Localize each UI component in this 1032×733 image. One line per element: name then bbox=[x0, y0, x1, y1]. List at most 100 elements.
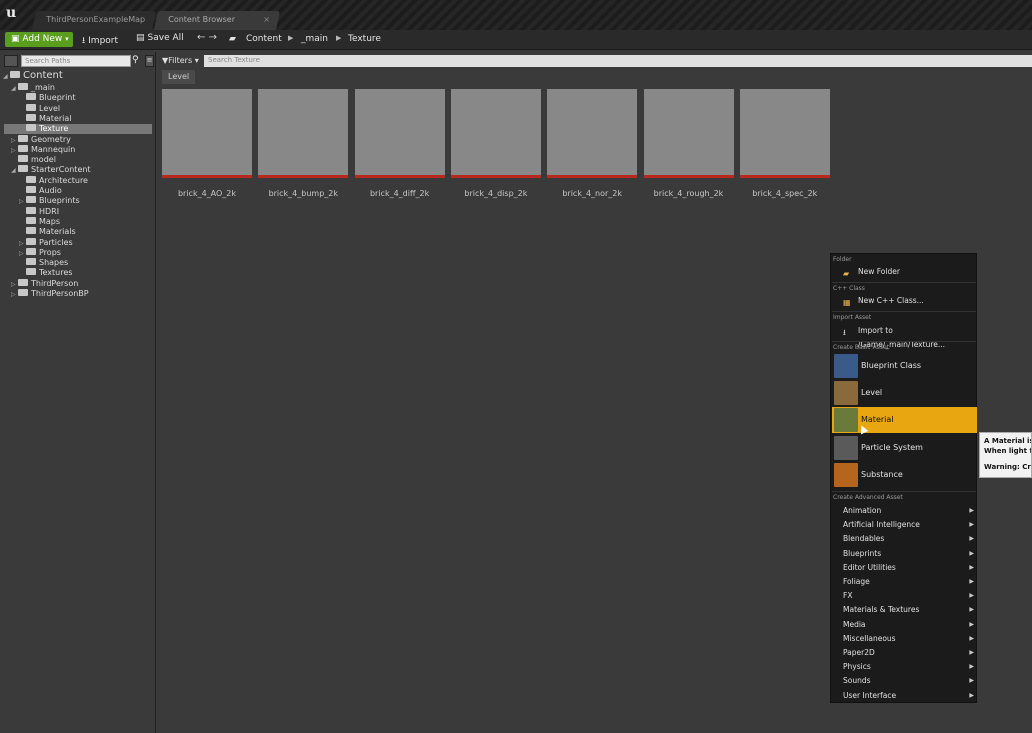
tree-item-label: Geometry bbox=[31, 134, 71, 144]
submenu-blueprints[interactable]: Blueprints ▶ bbox=[831, 547, 976, 561]
tree-item-particles[interactable]: ▷ Particles bbox=[19, 237, 150, 248]
tree-item-material[interactable]: Material bbox=[19, 113, 150, 124]
sources-toggle-button[interactable] bbox=[4, 55, 18, 67]
new-cpp-class-item[interactable]: ▦ New C++ Class... bbox=[831, 294, 976, 308]
asset-tile[interactable]: brick_4_nor_2k bbox=[547, 89, 638, 207]
view-options-button[interactable]: ≡ bbox=[145, 55, 154, 67]
tab-content-browser[interactable]: Content Browser × bbox=[154, 11, 281, 30]
tree-item-blueprints[interactable]: ▷ Blueprints bbox=[19, 196, 150, 206]
expanded-arrow-icon[interactable]: ◢ bbox=[11, 84, 18, 94]
submenu-user-interface[interactable]: User Interface ▶ bbox=[831, 689, 976, 703]
folder-icon bbox=[18, 165, 28, 173]
submenu-artificial-intelligence[interactable]: Artificial Intelligence ▶ bbox=[831, 518, 976, 532]
import-button[interactable]: ⭳ Import bbox=[82, 33, 118, 47]
asset-tile[interactable]: brick_4_spec_2k bbox=[739, 89, 830, 207]
submenu-blendables[interactable]: Blendables ▶ bbox=[831, 532, 976, 546]
tree-item-content[interactable]: ◢ Content bbox=[3, 70, 150, 82]
create-particle-system-item[interactable]: Particle System bbox=[832, 435, 977, 461]
submenu-foliage[interactable]: Foliage ▶ bbox=[831, 575, 976, 589]
submenu-miscellaneous[interactable]: Miscellaneous ▶ bbox=[831, 632, 976, 646]
tab-map-label: ThirdPersonExampleMap bbox=[46, 15, 146, 24]
asset-tile[interactable]: brick_4_diff_2k bbox=[354, 89, 445, 207]
folder-icon bbox=[18, 289, 28, 296]
asset-tile[interactable]: brick_4_disp_2k bbox=[450, 89, 541, 207]
tree-item-level[interactable]: Level bbox=[19, 103, 150, 114]
submenu-paper2d[interactable]: Paper2D ▶ bbox=[831, 646, 976, 660]
tree-item-geometry[interactable]: ▷ Geometry bbox=[11, 134, 150, 145]
tree-item-startercontent[interactable]: ◢ StarterContent bbox=[11, 165, 150, 175]
filters-button[interactable]: ▼Filters ▾ bbox=[162, 56, 199, 65]
new-folder-item[interactable]: ▰ New Folder bbox=[831, 265, 976, 279]
tree-item-model[interactable]: model bbox=[11, 155, 150, 165]
tree-item-texture[interactable]: Texture bbox=[4, 124, 152, 135]
submenu-arrow-icon: ▶ bbox=[969, 563, 974, 571]
back-arrow-icon[interactable]: ← bbox=[197, 32, 205, 43]
search-paths-input[interactable]: Search Paths bbox=[21, 55, 131, 67]
tree-item-label: Maps bbox=[39, 216, 61, 226]
breadcrumb-texture[interactable]: Texture bbox=[348, 34, 381, 44]
create-level-item[interactable]: Level bbox=[832, 380, 977, 406]
tree-item--main[interactable]: ◢ _main bbox=[11, 83, 150, 93]
tree-item-materials[interactable]: Materials bbox=[19, 227, 150, 237]
breadcrumb-separator-icon[interactable]: ▶ bbox=[288, 34, 293, 42]
submenu-label: FX bbox=[843, 591, 853, 601]
search-icon[interactable]: ⚲ bbox=[132, 55, 144, 67]
menu-item-label: Substance bbox=[861, 469, 903, 479]
collapsed-arrow-icon[interactable]: ▷ bbox=[11, 290, 18, 300]
import-to-item[interactable]: ⭳ Import to /Game/_main/Texture... bbox=[831, 324, 976, 349]
level-filter-tab[interactable]: Level bbox=[162, 70, 196, 84]
submenu-sounds[interactable]: Sounds ▶ bbox=[831, 674, 976, 688]
tree-item-maps[interactable]: Maps bbox=[19, 216, 150, 227]
submenu-media[interactable]: Media ▶ bbox=[831, 618, 976, 632]
expanded-arrow-icon[interactable]: ◢ bbox=[3, 72, 10, 82]
tree-item-label: Material bbox=[39, 113, 72, 123]
chevron-down-icon: ▾ bbox=[194, 56, 199, 65]
submenu-label: User Interface bbox=[843, 690, 897, 700]
submenu-physics[interactable]: Physics ▶ bbox=[831, 660, 976, 674]
section-cpp: C++ Class bbox=[833, 285, 865, 292]
asset-tile[interactable]: brick_4_rough_2k bbox=[643, 89, 734, 207]
tree-item-hdri[interactable]: HDRI bbox=[19, 206, 150, 217]
create-material-item[interactable]: Material bbox=[832, 407, 977, 434]
submenu-arrow-icon: ▶ bbox=[969, 663, 974, 671]
asset-type-bar bbox=[354, 175, 445, 178]
submenu-fx[interactable]: FX ▶ bbox=[831, 589, 976, 603]
add-new-button[interactable]: ▣ Add New ▾ bbox=[5, 32, 73, 47]
search-assets-input[interactable]: Search Texture bbox=[204, 55, 1032, 67]
close-icon[interactable]: × bbox=[264, 15, 271, 24]
submenu-label: Materials & Textures bbox=[843, 605, 920, 615]
tree-item-label: Blueprint bbox=[39, 93, 76, 103]
asset-tile[interactable]: brick_4_bump_2k bbox=[258, 89, 349, 207]
save-all-button[interactable]: ▤ Save All bbox=[136, 33, 184, 47]
submenu-editor-utilities[interactable]: Editor Utilities ▶ bbox=[831, 561, 976, 575]
tree-item-blueprint[interactable]: Blueprint bbox=[19, 93, 150, 103]
new-cpp-class-label: New C++ Class... bbox=[858, 296, 924, 305]
tree-item-props[interactable]: ▷ Props bbox=[19, 247, 150, 258]
tree-item-architecture[interactable]: Architecture bbox=[19, 175, 150, 186]
tree-item-shapes[interactable]: Shapes bbox=[19, 258, 150, 268]
asset-name: brick_4_nor_2k bbox=[562, 189, 623, 198]
create-blueprint-class-item[interactable]: Blueprint Class bbox=[832, 353, 977, 379]
breadcrumb-main[interactable]: _main bbox=[301, 34, 328, 44]
asset-tile[interactable]: brick_4_AO_2k bbox=[162, 89, 252, 207]
forward-arrow-icon[interactable]: → bbox=[209, 32, 217, 43]
folder-icon bbox=[26, 216, 36, 224]
tree-item-thirdpersonbp[interactable]: ▷ ThirdPersonBP bbox=[11, 289, 150, 299]
tab-map[interactable]: ThirdPersonExampleMap bbox=[32, 11, 157, 30]
submenu-animation[interactable]: Animation ▶ bbox=[831, 504, 976, 518]
tree-item-label: Texture bbox=[39, 124, 69, 134]
tree-item-mannequin[interactable]: ▷ Mannequin bbox=[11, 144, 150, 155]
create-substance-item[interactable]: Substance bbox=[832, 462, 977, 488]
tree-item-audio[interactable]: Audio bbox=[19, 186, 150, 196]
asset-name: brick_4_rough_2k bbox=[653, 189, 724, 198]
expanded-arrow-icon[interactable]: ◢ bbox=[11, 166, 18, 176]
tree-item-thirdperson[interactable]: ▷ ThirdPerson bbox=[11, 278, 150, 289]
breadcrumb-separator-icon[interactable]: ▶ bbox=[336, 34, 341, 42]
submenu-arrow-icon: ▶ bbox=[969, 649, 974, 656]
texture-thumbnail bbox=[258, 89, 349, 175]
breadcrumb-content[interactable]: Content bbox=[246, 34, 282, 44]
submenu-materials-textures[interactable]: Materials & Textures ▶ bbox=[831, 603, 976, 617]
tree-item-textures[interactable]: Textures bbox=[19, 268, 150, 278]
import-label: Import bbox=[88, 36, 119, 46]
asset-type-bar bbox=[162, 175, 252, 178]
